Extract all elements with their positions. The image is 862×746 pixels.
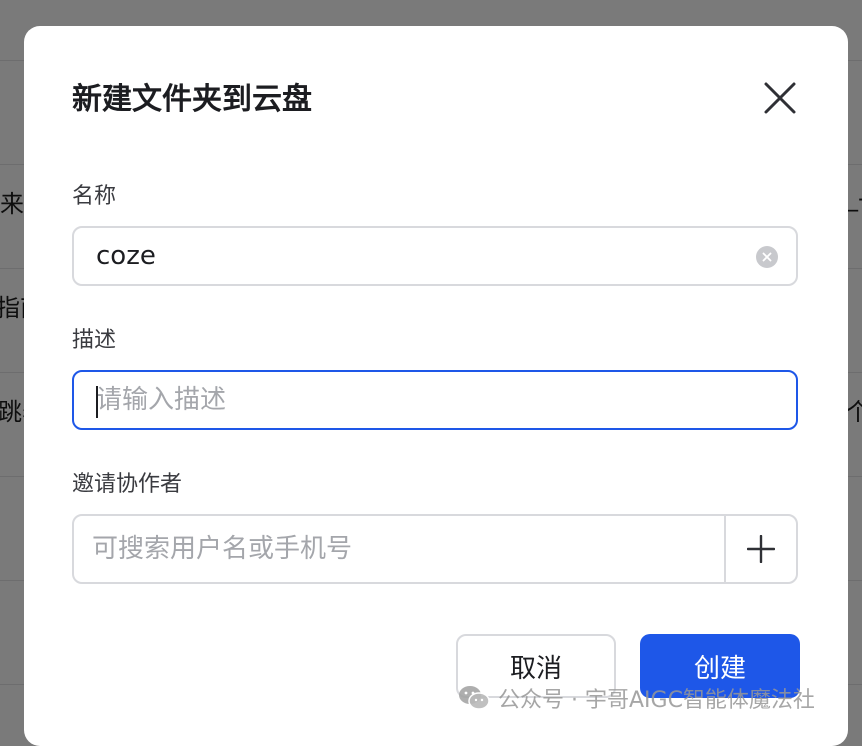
dialog-title: 新建文件夹到云盘 (72, 82, 312, 117)
text-caret (96, 386, 98, 418)
close-icon (764, 82, 796, 114)
description-input[interactable] (74, 372, 796, 428)
name-input[interactable] (74, 228, 796, 284)
clear-circle-icon (762, 252, 772, 262)
collaborators-label: 邀请协作者 (72, 472, 183, 497)
add-collaborator-button[interactable] (724, 516, 796, 582)
clear-name-button[interactable] (756, 246, 778, 268)
watermark: 公众号 · 宇哥AIGC智能体魔法社 (458, 684, 815, 713)
collaborators-input-wrapper (72, 514, 798, 584)
description-label: 描述 (72, 328, 117, 353)
description-input-wrapper (72, 370, 798, 430)
new-folder-dialog: 新建文件夹到云盘 名称 描述 邀请协作者 取消 创建 (24, 26, 848, 746)
watermark-text: 公众号 · 宇哥AIGC智能体魔法社 (498, 688, 815, 713)
plus-icon (747, 535, 775, 563)
name-input-wrapper (72, 226, 798, 286)
name-label: 名称 (72, 184, 117, 209)
wechat-icon (459, 686, 490, 710)
collaborators-search-input[interactable] (74, 516, 726, 582)
close-button[interactable] (760, 78, 800, 118)
